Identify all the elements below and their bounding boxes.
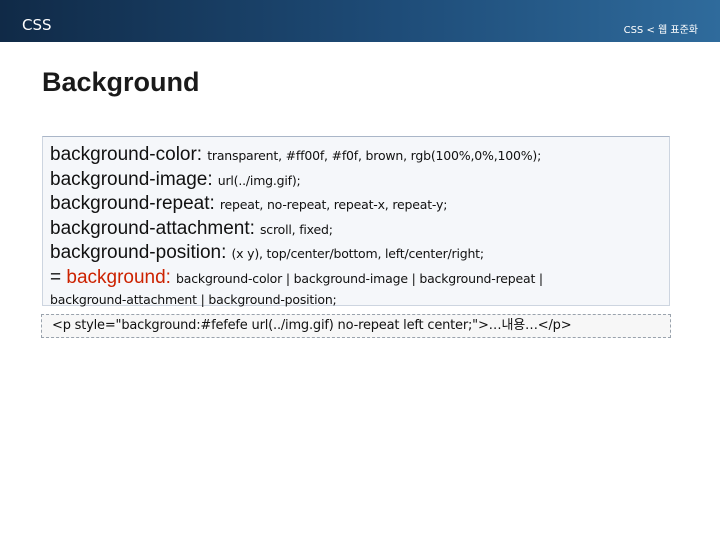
property-values: transparent, #ff00f, #f0f, brown, rgb(10… (207, 148, 542, 163)
property-line-attachment: background-attachment: scroll, fixed; (50, 217, 669, 242)
shorthand-values-continued: background-attachment | background-posit… (50, 292, 337, 307)
header-bar: CSS CSS < 웹 표준화 (0, 0, 720, 42)
property-line-image: background-image: url(../img.gif); (50, 168, 669, 193)
code-example: <p style="background:#fefefe url(../img.… (41, 314, 671, 338)
property-name: background-color: (50, 144, 203, 165)
property-values: scroll, fixed; (260, 221, 333, 237)
property-values: url(../img.gif); (217, 172, 301, 188)
property-line-color: background-color: transparent, #ff00f, #… (50, 143, 669, 168)
breadcrumb: CSS < 웹 표준화 (623, 25, 698, 36)
shorthand-line: = background: background-color | backgro… (50, 266, 669, 291)
property-name: background-repeat: (50, 193, 215, 214)
shorthand-property-name: background: (66, 266, 171, 288)
property-values: (x y), top/center/bottom, left/center/ri… (231, 246, 484, 261)
property-name: background-image: (50, 168, 213, 190)
property-list-box: background-color: transparent, #ff00f, #… (42, 136, 670, 307)
property-name: background-attachment: (50, 217, 255, 239)
page-title: Background (42, 67, 200, 97)
equals-sign: = (50, 266, 67, 288)
property-name: background-position: (50, 242, 227, 263)
property-values: repeat, no-repeat, repeat-x, repeat-y; (219, 197, 448, 212)
property-line-repeat: background-repeat: repeat, no-repeat, re… (50, 192, 669, 217)
property-line-position: background-position: (x y), top/center/b… (50, 241, 669, 266)
section-label: CSS (22, 16, 52, 34)
shorthand-values: background-color | background-image | ba… (176, 270, 543, 286)
